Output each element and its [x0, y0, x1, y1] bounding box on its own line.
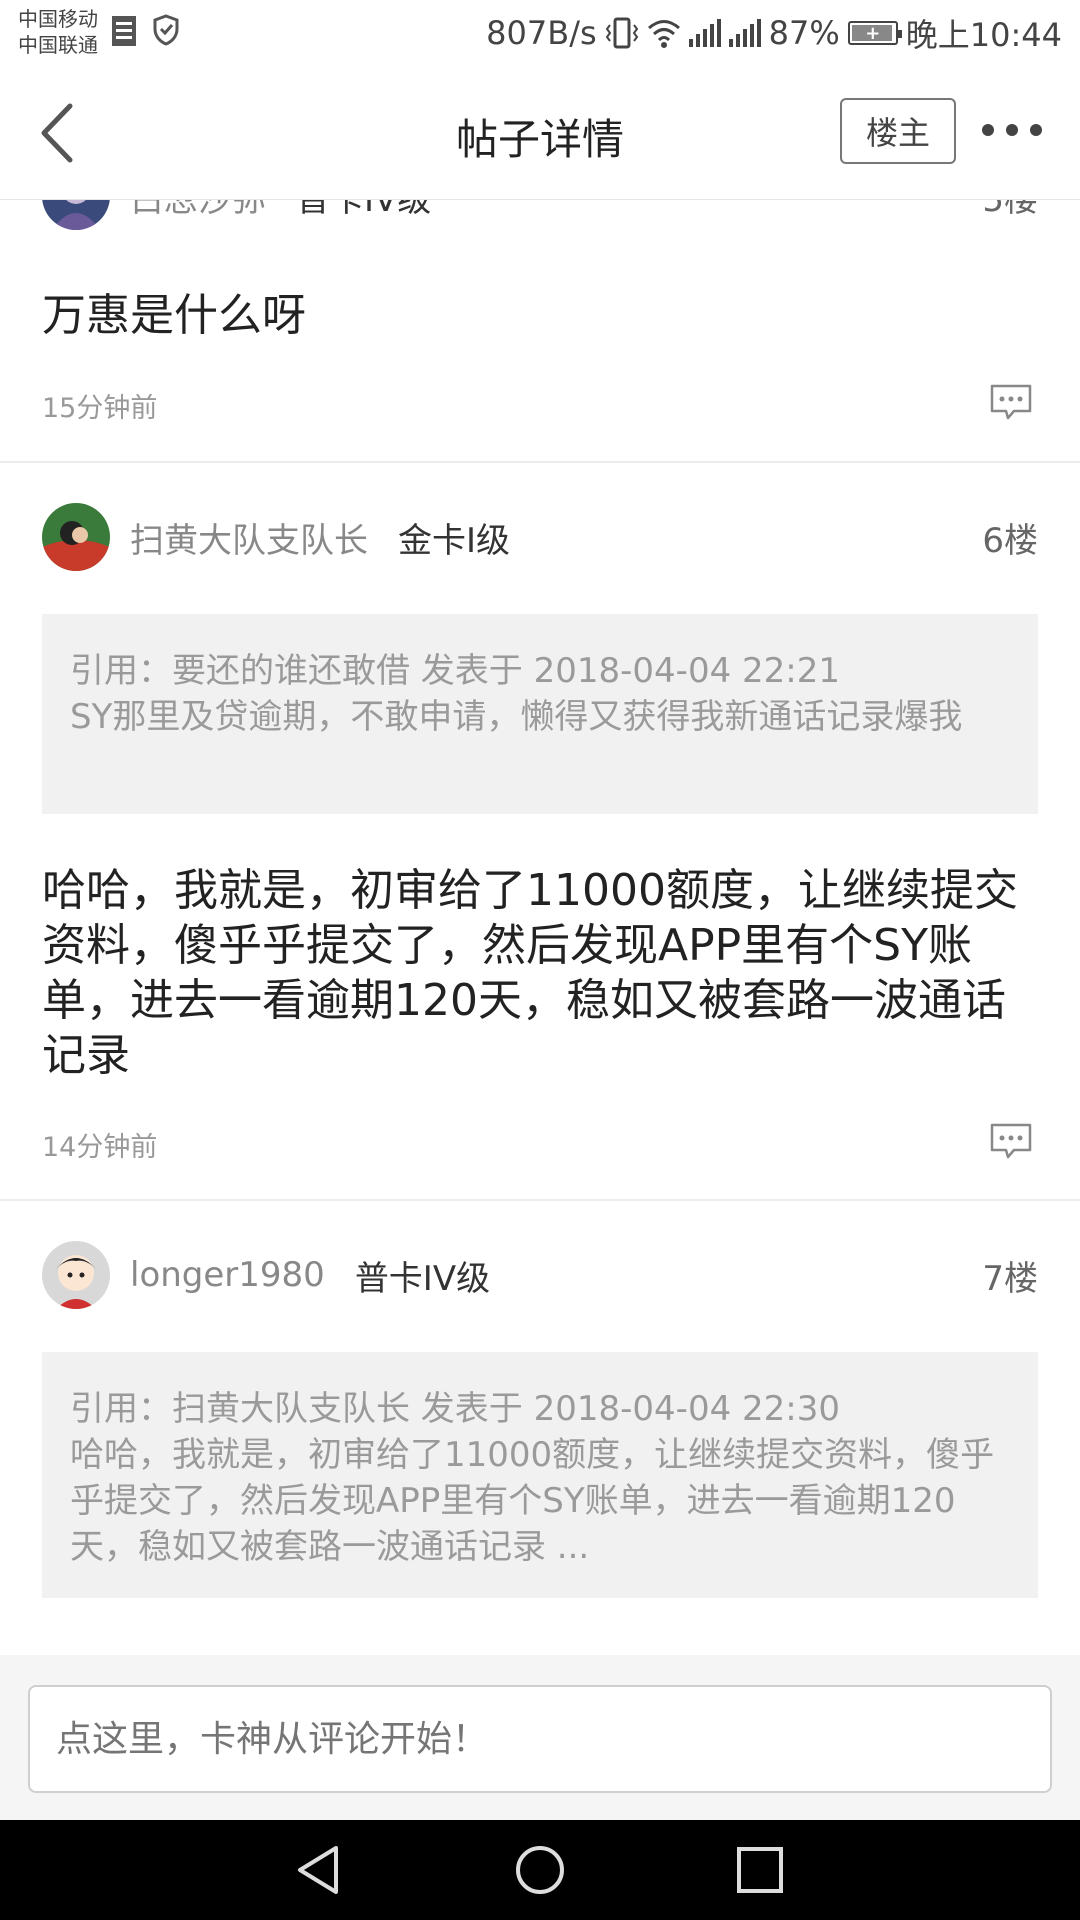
battery-icon: + [847, 21, 902, 45]
battery-percent: 87% [768, 14, 840, 52]
post-time: 15分钟前 [42, 393, 158, 424]
username[interactable]: longer1980 [130, 1255, 325, 1295]
quote-block: 引用：要还的谁还敢借 发表于 2018-04-04 22:21 SY那里及贷逾期… [42, 614, 1038, 814]
shield-icon [153, 14, 179, 46]
storage-icon [112, 16, 136, 46]
avatar[interactable] [42, 503, 110, 571]
carrier-1: 中国移动 [18, 7, 98, 31]
system-nav-bar [0, 1820, 1080, 1920]
post-header: 白忽沙弥 普卡IV级 5楼 [42, 200, 1038, 230]
reply-post: 扫黄大队支队长 金卡I级 6楼 引用：要还的谁还敢借 发表于 2018-04-0… [0, 463, 1080, 1201]
clock: 晚上10:44 [905, 16, 1062, 54]
post-body: 哈哈，我就是，初审给了11000额度，让继续提交资料，傻乎乎提交了，然后发现AP… [42, 865, 1018, 1081]
carrier-info: 中国移动 中国联通 [18, 6, 98, 58]
reply-post: longer1980 普卡IV级 7楼 引用：扫黄大队支队长 发表于 2018-… [0, 1201, 1080, 1655]
avatar[interactable] [42, 200, 110, 230]
comment-bar [0, 1655, 1080, 1820]
net-speed: 807B/s [486, 14, 597, 52]
floor-number: 6楼 [982, 520, 1038, 561]
system-back-icon[interactable] [292, 1842, 348, 1898]
user-level: 普卡IV级 [354, 1258, 491, 1299]
comment-input[interactable] [28, 1685, 1052, 1793]
floor-number: 5楼 [982, 200, 1038, 221]
quote-text: 引用：扫黄大队支队长 发表于 2018-04-04 22:30 哈哈，我就是，初… [70, 1389, 995, 1567]
user-level: 普卡IV级 [296, 200, 431, 221]
user-level: 金卡I级 [398, 520, 511, 561]
post-header: 扫黄大队支队长 金卡I级 6楼 [42, 503, 1038, 571]
post-body: 万惠是什么呀 [42, 290, 306, 341]
floor-number: 7楼 [982, 1258, 1038, 1299]
only-owner-button[interactable]: 楼主 [840, 98, 956, 164]
post-time: 14分钟前 [42, 1132, 158, 1163]
status-bar: 中国移动 中国联通 807B/s 87% + 晚上10:44 [0, 0, 1080, 66]
top-nav-bar: 帖子详情 楼主 [0, 66, 1080, 200]
reply-post: 白忽沙弥 普卡IV级 5楼 万惠是什么呀 15分钟前 [0, 200, 1080, 463]
quote-text: 引用：要还的谁还敢借 发表于 2018-04-04 22:21 SY那里及贷逾期… [70, 651, 963, 737]
signal-icon-1 [688, 19, 721, 47]
post-header: longer1980 普卡IV级 7楼 [42, 1241, 1038, 1309]
username[interactable]: 扫黄大队支队长 [130, 513, 368, 562]
carrier-2: 中国联通 [18, 33, 98, 57]
wifi-icon [647, 20, 680, 48]
reply-comment-icon[interactable] [990, 1123, 1032, 1159]
system-home-icon[interactable] [512, 1842, 568, 1898]
username[interactable]: 白忽沙弥 [130, 200, 266, 221]
system-recents-icon[interactable] [732, 1842, 788, 1898]
avatar[interactable] [42, 1241, 110, 1309]
signal-icon-2 [728, 19, 761, 47]
reply-comment-icon[interactable] [990, 384, 1032, 420]
status-right: 807B/s 87% + 晚上10:44 [486, 12, 1062, 54]
more-options-icon[interactable] [982, 124, 1042, 138]
vibrate-icon [605, 17, 638, 49]
quote-block: 引用：扫黄大队支队长 发表于 2018-04-04 22:30 哈哈，我就是，初… [42, 1352, 1038, 1598]
post-list: 白忽沙弥 普卡IV级 5楼 万惠是什么呀 15分钟前 扫黄大队支队长 金卡I级 … [0, 200, 1080, 1655]
